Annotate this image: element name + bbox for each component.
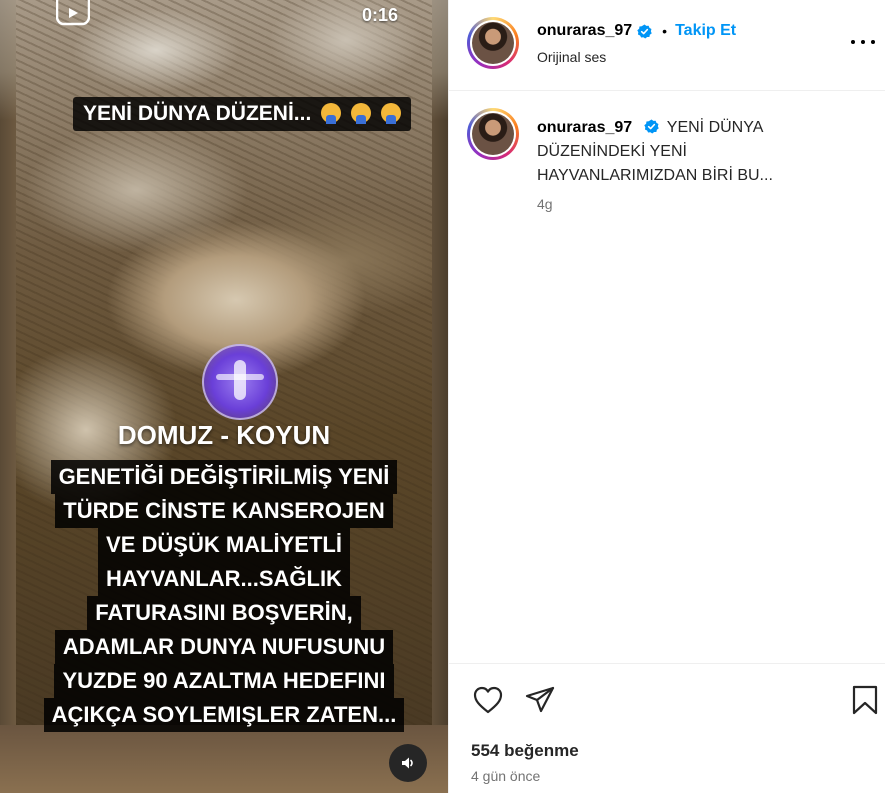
heart-icon bbox=[473, 686, 503, 714]
bookmark-icon bbox=[852, 685, 878, 715]
video-caption-top: YENİ DÜNYA DÜZENİ... bbox=[73, 97, 411, 131]
more-options-icon[interactable] bbox=[851, 40, 875, 48]
sound-icon bbox=[402, 757, 413, 769]
action-bar: 554 beğenme 4 gün önce bbox=[449, 663, 885, 793]
watermark-logo bbox=[202, 344, 278, 420]
username-link[interactable]: onuraras_97 bbox=[537, 22, 632, 40]
like-count[interactable]: 554 beğenme bbox=[471, 741, 579, 761]
verified-icon bbox=[637, 23, 652, 39]
verified-icon bbox=[643, 119, 659, 134]
comment-timestamp: 4g bbox=[537, 196, 553, 212]
caption-line: HAYVANLAR...SAĞLIK bbox=[98, 562, 350, 596]
reels-icon bbox=[56, 0, 90, 26]
share-button[interactable] bbox=[523, 683, 557, 717]
post-header: onuraras_97 • Takip Et Orijinal ses bbox=[449, 0, 885, 91]
like-button[interactable] bbox=[471, 683, 505, 717]
video-subtitle: DOMUZ - KOYUN bbox=[117, 420, 331, 450]
caption-line: ADAMLAR DUNYA NUFUSUNU bbox=[54, 630, 394, 664]
share-icon bbox=[525, 686, 555, 713]
media-panel[interactable]: 0:16 YENİ DÜNYA DÜZENİ... DOMUZ - KOYUN … bbox=[0, 0, 448, 793]
facepalm-emoji-icon bbox=[321, 103, 342, 124]
post-sidebar: onuraras_97 • Takip Et Orijinal ses onur… bbox=[448, 0, 885, 793]
avatar-image bbox=[472, 22, 514, 64]
post-date: 4 gün önce bbox=[471, 768, 541, 784]
caption-line: TÜRDE CİNSTE KANSEROJEN bbox=[55, 494, 393, 528]
separator-dot: • bbox=[662, 23, 668, 39]
comment-text-block: onuraras_97 YENİ DÜNYA DÜZENİNDEKİ YENİ … bbox=[537, 116, 837, 188]
video-timer: 0:16 bbox=[362, 5, 399, 25]
caption-top-text: YENİ DÜNYA DÜZENİ... bbox=[83, 102, 312, 125]
avatar-image bbox=[472, 113, 514, 155]
video-caption-block: GENETİĞİ DEĞİŞTİRİLMİŞ YENİ TÜRDE CİNSTE… bbox=[0, 460, 448, 732]
caption-line: FATURASINI BOŞVERİN, bbox=[87, 596, 361, 630]
media-blur-bottom bbox=[0, 725, 448, 793]
save-button[interactable] bbox=[848, 683, 882, 717]
caption-line: VE DÜŞÜK MALİYETLİ bbox=[98, 528, 350, 562]
caption-line: YUZDE 90 AZALTMA HEDEFINI bbox=[54, 664, 394, 698]
avatar[interactable] bbox=[467, 17, 519, 69]
sound-toggle-button[interactable] bbox=[389, 744, 427, 782]
post-view: 0:16 YENİ DÜNYA DÜZENİ... DOMUZ - KOYUN … bbox=[0, 0, 885, 793]
follow-button[interactable]: Takip Et bbox=[675, 22, 736, 40]
header-user-row: onuraras_97 • Takip Et bbox=[537, 22, 736, 40]
caption-line: GENETİĞİ DEĞİŞTİRİLMİŞ YENİ bbox=[50, 460, 398, 494]
audio-link[interactable]: Orijinal ses bbox=[537, 49, 606, 65]
comment-username[interactable]: onuraras_97 bbox=[537, 119, 632, 136]
avatar[interactable] bbox=[467, 108, 519, 160]
caption-line: AÇIKÇA SOYLEMIŞLER ZATEN... bbox=[43, 698, 405, 732]
facepalm-emoji-icon bbox=[380, 103, 401, 124]
facepalm-emoji-icon bbox=[351, 103, 372, 124]
